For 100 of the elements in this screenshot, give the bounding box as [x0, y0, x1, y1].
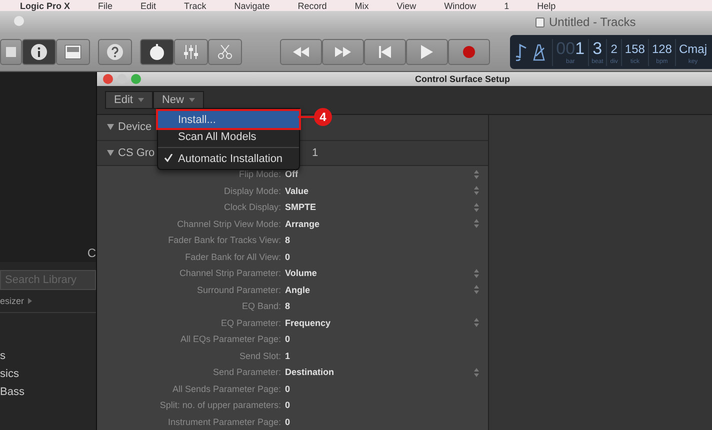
caret-icon — [188, 98, 195, 102]
parameter-label: Clock Display: — [222, 202, 282, 212]
parameter-value[interactable]: Arrange — [285, 218, 474, 229]
stepper-icon[interactable] — [474, 285, 479, 294]
stepper-icon[interactable] — [474, 186, 479, 196]
parameter-label: Instrument Parameter Page: — [166, 416, 282, 427]
parameter-label: Send Parameter: — [212, 367, 282, 378]
parameter-value[interactable]: 0 — [285, 252, 474, 262]
parameter-value[interactable]: Value — [285, 186, 474, 196]
leader-line — [298, 116, 314, 118]
parameter-value[interactable]: 1 — [285, 350, 474, 361]
lcd-value: 128 — [652, 40, 672, 58]
lcd-value: 1 — [575, 38, 585, 58]
parameter-label: EQ Parameter: — [220, 318, 282, 328]
toolbar-button[interactable] — [56, 39, 90, 65]
library-button[interactable] — [0, 39, 22, 65]
checkmark-icon — [164, 154, 173, 162]
close-icon[interactable] — [103, 74, 113, 84]
parameter-value[interactable]: Off — [285, 169, 474, 180]
menu-bar-item[interactable]: 1 — [504, 0, 510, 10]
parameter-value[interactable]: 0 — [285, 334, 474, 344]
menu-bar-item[interactable]: Help — [537, 0, 556, 10]
lcd-value: Cmaj — [678, 40, 707, 58]
library-item[interactable]: Bass — [0, 385, 96, 399]
arrow-icon — [28, 298, 32, 304]
library-item[interactable]: sics — [0, 367, 96, 381]
window-title: Untitled - Tracks — [535, 15, 636, 29]
parameter-value[interactable]: Frequency — [285, 318, 474, 328]
parameter-label: Channel Strip View Mode: — [176, 218, 282, 229]
menu-bar-item[interactable]: Record — [298, 0, 327, 10]
parameter-value[interactable]: 0 — [285, 384, 474, 394]
library-category[interactable]: esizer — [0, 296, 24, 306]
fast-forward-button[interactable] — [322, 39, 364, 65]
menu-bar-item[interactable]: Navigate — [234, 0, 270, 10]
disclosure-triangle-icon[interactable] — [107, 124, 114, 130]
stepper-icon[interactable] — [474, 202, 479, 212]
record-icon — [463, 46, 475, 58]
caret-icon — [138, 98, 144, 102]
menu-bar-item[interactable]: Edit — [140, 0, 156, 10]
menu-bar-item[interactable]: File — [98, 0, 113, 10]
parameter-label: All EQs Parameter Page: — [179, 334, 282, 344]
parameter-value[interactable]: 0 — [285, 416, 474, 427]
stepper-icon[interactable] — [474, 170, 479, 179]
library-text: C — [87, 246, 96, 260]
window-title: Control Surface Setup — [415, 74, 510, 84]
parameter-value[interactable]: 8 — [285, 235, 474, 246]
parameter-label: Surround Parameter: — [196, 284, 282, 295]
lcd-value: 2 — [610, 40, 618, 58]
menu-item[interactable]: Scan All Models — [158, 128, 299, 145]
play-button[interactable] — [406, 39, 448, 65]
library-item[interactable]: s — [0, 349, 96, 363]
menu-bar-item[interactable]: Track — [184, 0, 206, 10]
stepper-icon[interactable] — [474, 268, 479, 278]
parameter-label: Channel Strip Parameter: — [178, 268, 282, 278]
stepper-icon[interactable] — [474, 318, 479, 328]
rewind-button[interactable] — [280, 39, 322, 65]
stepper-icon[interactable] — [474, 219, 479, 228]
menu-button[interactable]: New — [152, 91, 204, 109]
mixer-button[interactable] — [174, 39, 208, 65]
parameter-value[interactable]: 8 — [285, 301, 474, 312]
info-icon — [31, 44, 47, 60]
inspector-button[interactable] — [22, 39, 56, 65]
parameter-value[interactable]: Angle — [285, 284, 474, 295]
go-to-start-button[interactable] — [364, 39, 406, 65]
smart-controls-button[interactable] — [140, 39, 174, 65]
menu-button[interactable]: Edit — [105, 91, 153, 109]
parameter-value[interactable]: Volume — [285, 268, 474, 278]
help-button[interactable] — [98, 39, 132, 65]
parameter-label: Flip Mode: — [238, 169, 282, 180]
parameter-label: EQ Band: — [240, 301, 282, 312]
menu-item[interactable]: Automatic Installation — [158, 150, 299, 167]
editors-button[interactable] — [208, 39, 242, 65]
parameter-value[interactable]: SMPTE — [285, 202, 474, 212]
knob-icon — [149, 44, 165, 60]
menu-bar-item[interactable]: View — [396, 0, 416, 10]
menu-item[interactable]: Install... — [158, 111, 299, 128]
lcd-value: 3 — [592, 38, 602, 58]
rewind-icon — [293, 47, 309, 57]
sliders-icon — [183, 45, 199, 59]
stepper-icon[interactable] — [474, 368, 479, 377]
parameter-value[interactable]: Destination — [285, 367, 474, 378]
fast-forward-icon — [335, 47, 351, 57]
menu-bar-item[interactable]: Mix — [354, 0, 369, 10]
parameter-label: Send Slot: — [238, 350, 282, 361]
record-button[interactable] — [448, 39, 490, 65]
note-and-metronome-icon — [516, 43, 546, 61]
parameter-label: Fader Bank for Tracks View: — [167, 235, 282, 246]
menu-bar-item[interactable]: Window — [444, 0, 476, 10]
menu-bar-item[interactable]: Logic Pro X — [20, 0, 70, 10]
section-value: 1 — [312, 146, 320, 159]
play-icon — [421, 45, 433, 59]
parameter-label: Display Mode: — [222, 186, 282, 196]
skip-back-icon — [379, 46, 391, 58]
disclosure-triangle-icon[interactable] — [107, 150, 114, 156]
parameter-label: All Sends Parameter Page: — [171, 384, 282, 394]
lcd-value: 158 — [624, 40, 645, 58]
parameter-label: Split: no. of upper parameters: — [158, 400, 282, 410]
display-icon — [65, 45, 81, 59]
parameter-value[interactable]: 0 — [285, 400, 474, 410]
help-icon — [107, 44, 123, 60]
